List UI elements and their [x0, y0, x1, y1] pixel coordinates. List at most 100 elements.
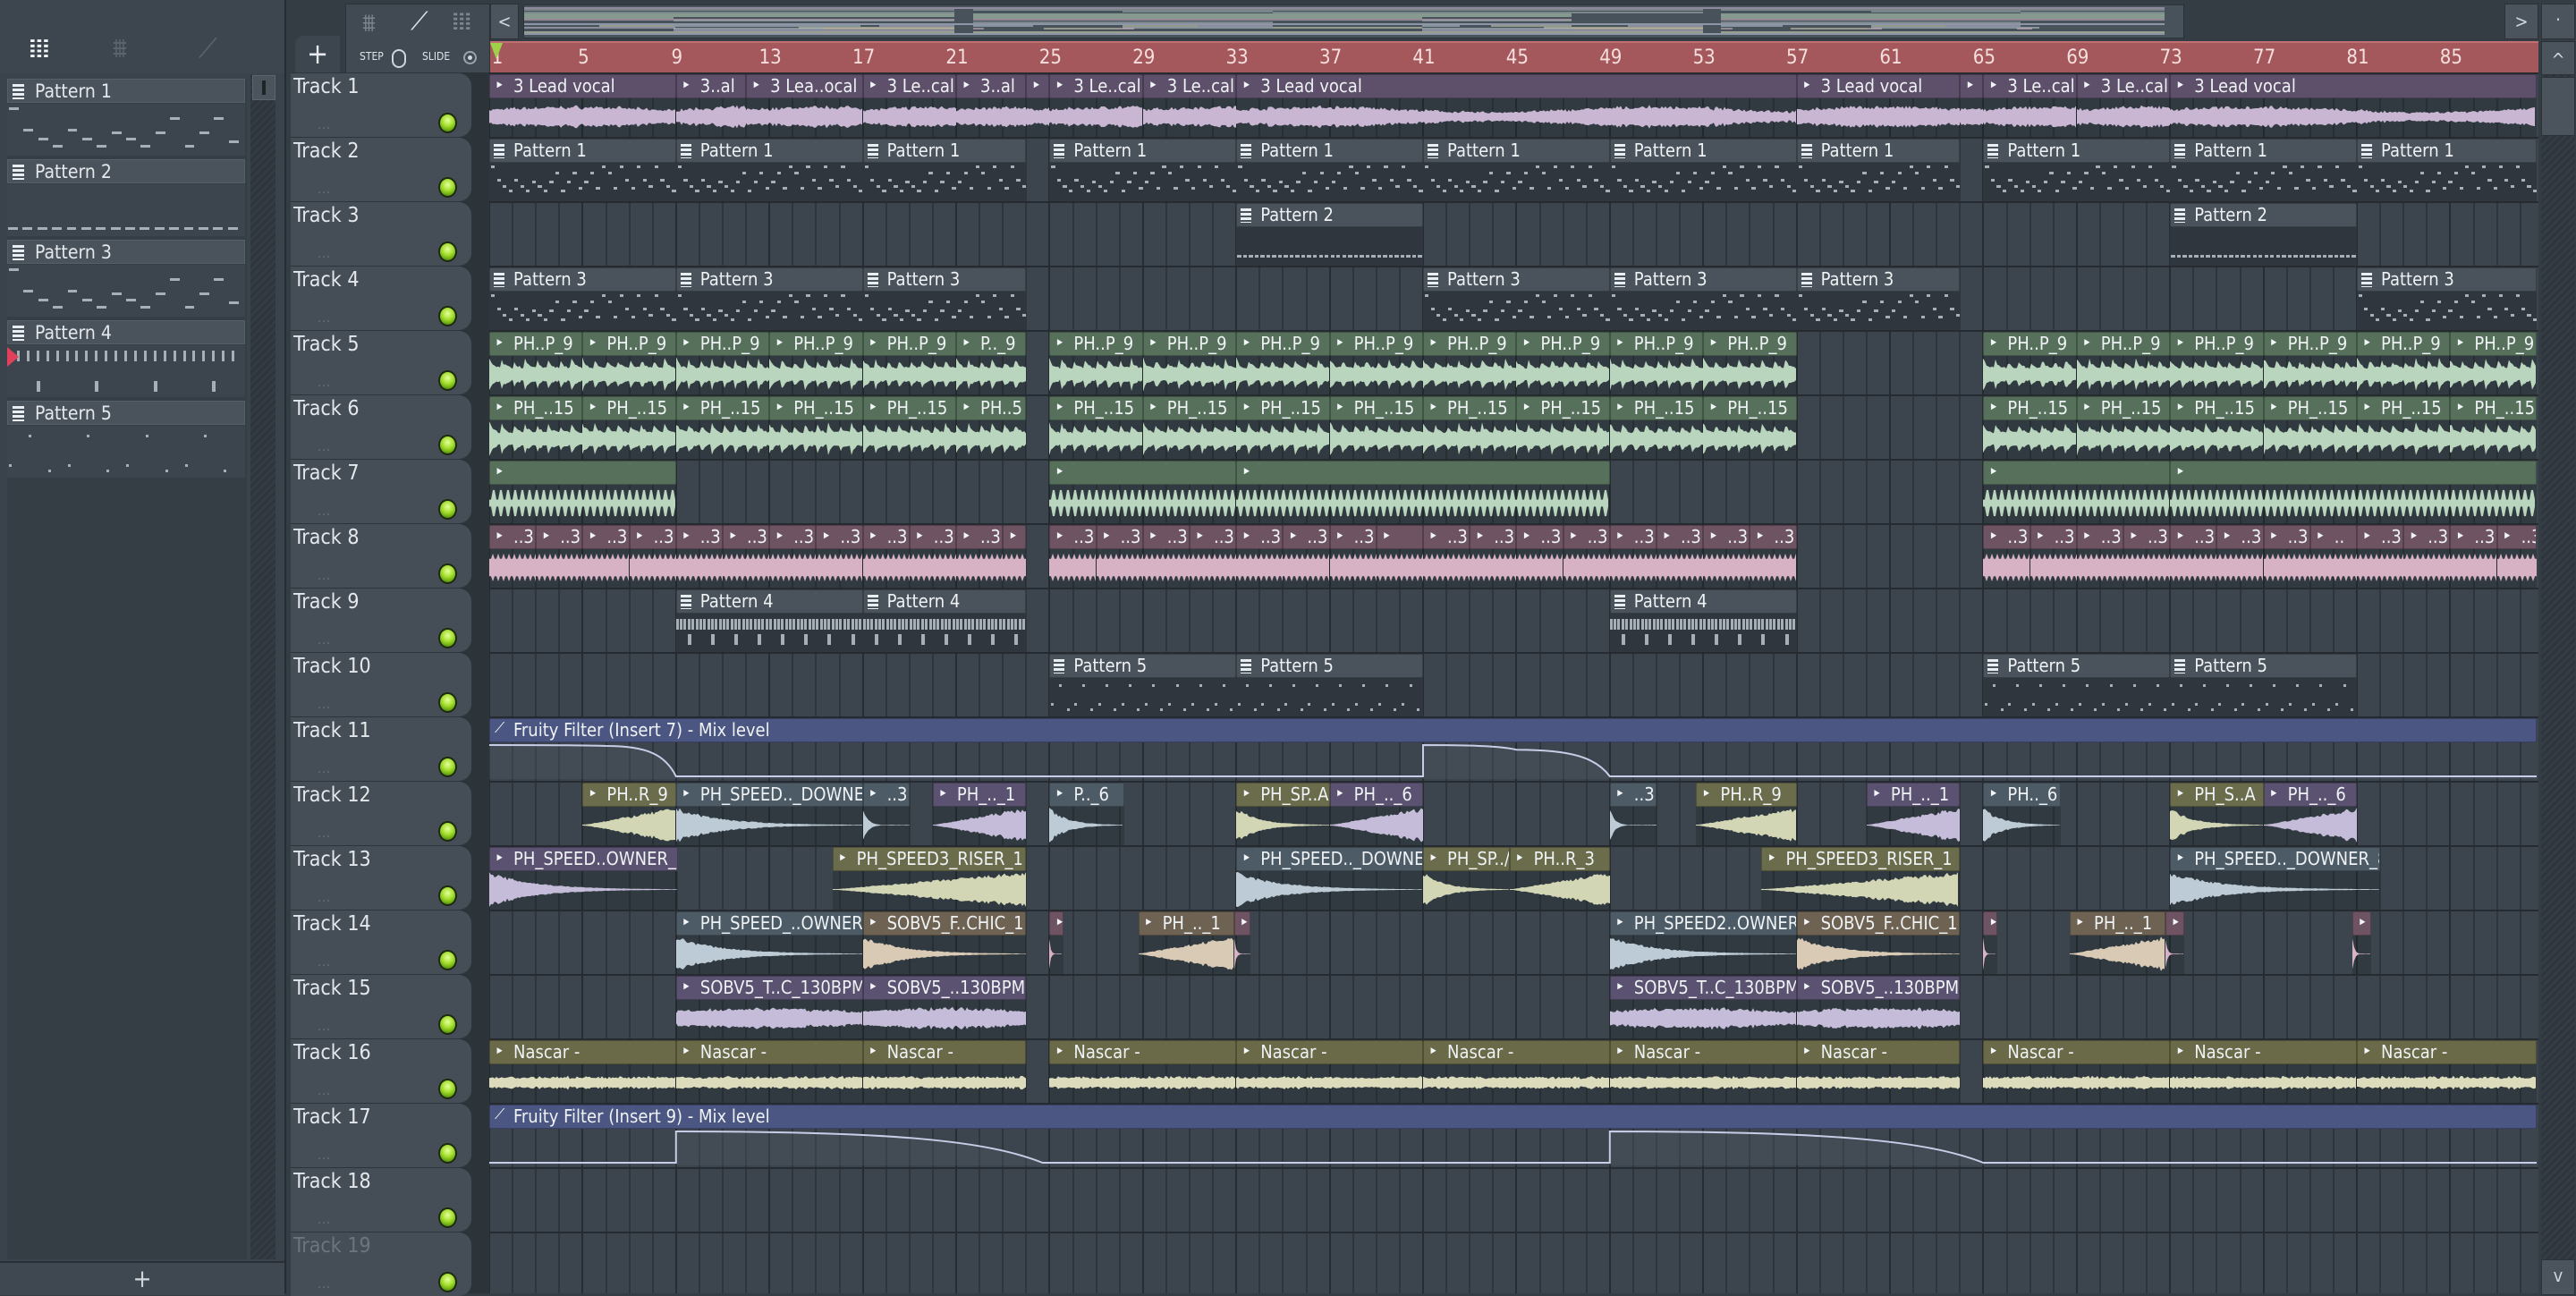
picker-scrollbar[interactable]: [250, 75, 275, 1259]
clip-header[interactable]: ⯈..3: [1703, 525, 1750, 549]
track-options[interactable]: ...: [318, 633, 331, 648]
clip-header[interactable]: ⯈ SOBV5_F..CHIC_1: [1796, 911, 1961, 936]
audio-clip[interactable]: ⯈..3: [1329, 525, 1377, 588]
clip-header[interactable]: ⯈ PH_..15: [1423, 396, 1517, 420]
vertical-scrollbar-handle[interactable]: [2541, 77, 2575, 136]
clip-header[interactable]: ⯈ PH_..15: [1049, 396, 1143, 420]
clip-header[interactable]: ⯈ SOBV5_T..C_130BPM: [675, 976, 863, 1000]
clip-header[interactable]: ⯈..3: [582, 525, 630, 549]
pattern-item-header[interactable]: Pattern 2: [7, 159, 245, 183]
clip-header[interactable]: ⯈ PH_..15: [1142, 396, 1237, 420]
clip-header[interactable]: ⯈ PH_..15: [1516, 396, 1610, 420]
pattern-clip[interactable]: Pattern 4: [862, 589, 1027, 652]
overview-menu-button[interactable]: ·: [2541, 4, 2575, 39]
audio-clip[interactable]: ⯈: [1983, 911, 1998, 974]
clip-header[interactable]: ⯈..3: [769, 525, 817, 549]
audio-clip[interactable]: ⯈ PH_..15: [1516, 396, 1610, 459]
pattern-clip[interactable]: Pattern 3: [1423, 267, 1610, 330]
audio-clip[interactable]: ⯈ P.._6: [1049, 783, 1124, 845]
clip-header[interactable]: Pattern 3: [1423, 267, 1610, 292]
pattern-item-header[interactable]: Pattern 5: [7, 401, 245, 425]
audio-clip[interactable]: ⯈ PH..P_9: [1049, 332, 1143, 394]
clip-header[interactable]: ⯈ PH_SPEED3_RISER_1: [1761, 847, 1961, 871]
clip-header[interactable]: ⯈ PH..P_9: [2263, 332, 2357, 356]
clip-header[interactable]: ⯈ PH..P_9: [582, 332, 676, 356]
audio-clip[interactable]: ⯈..3: [2496, 525, 2537, 588]
audio-clip[interactable]: ⯈ PH..P_9: [769, 332, 863, 394]
clip-header[interactable]: Pattern 4: [1609, 589, 1797, 614]
track-options[interactable]: ...: [318, 504, 331, 519]
audio-clip[interactable]: ⯈ PH_.._6: [2263, 783, 2357, 845]
clip-header[interactable]: ⯈..3: [1983, 525, 2030, 549]
audio-clip[interactable]: ⯈: [489, 461, 676, 523]
clip-header[interactable]: ⯈: [1049, 461, 1237, 485]
clip-header[interactable]: Pattern 4: [675, 589, 863, 614]
audio-clip[interactable]: ⯈..3: [1190, 525, 1237, 588]
clip-header[interactable]: ⯈ PH_SPEED.._DOWNER: [675, 783, 863, 807]
clip-header[interactable]: ⯈: [489, 461, 676, 485]
clip-header[interactable]: ⯈ PH..P_9: [1983, 332, 2077, 356]
clip-header[interactable]: Pattern 1: [862, 139, 1027, 163]
slide-toggle[interactable]: [463, 51, 477, 64]
audio-clip[interactable]: ⯈ PH_..15: [1983, 396, 2077, 459]
track-header[interactable]: Track 1...: [291, 73, 471, 137]
audio-clip[interactable]: ⯈..3: [816, 525, 863, 588]
audio-wave-icon[interactable]: ⩩: [113, 36, 127, 63]
audio-clip[interactable]: ⯈..3: [2450, 525, 2497, 588]
audio-clip[interactable]: ⯈..3: [1423, 525, 1470, 588]
clip-header[interactable]: Pattern 1: [1049, 139, 1237, 163]
clip-header[interactable]: ⯈ 3 Le..cal: [1049, 74, 1143, 98]
track-options[interactable]: ...: [318, 1084, 331, 1098]
clip-header[interactable]: ⯈ PH_SP../: [1423, 847, 1510, 871]
audio-clip[interactable]: ⯈..3: [1470, 525, 1517, 588]
clip-header[interactable]: ⯈ P.._9: [956, 332, 1027, 356]
track-mute-led-icon[interactable]: [438, 370, 457, 391]
audio-clip[interactable]: ⯈ PH..P_9: [1703, 332, 1797, 394]
pattern-item-header[interactable]: Pattern 3: [7, 240, 245, 264]
audio-clip[interactable]: ⯈ PH_..15: [862, 396, 956, 459]
clip-header[interactable]: ⯈ Nascar -: [1423, 1040, 1610, 1064]
clip-header[interactable]: ⯈ PH_..15: [1329, 396, 1423, 420]
audio-clip[interactable]: ⯈ PH_SPEED..OWNER_3: [489, 847, 679, 910]
clip-header[interactable]: ⯈..: [2309, 525, 2357, 549]
audio-clip[interactable]: ⯈ PH_..15: [1423, 396, 1517, 459]
audio-clip[interactable]: ⯈ PH..P_9: [675, 332, 770, 394]
clip-header[interactable]: ⯈..3: [2403, 525, 2451, 549]
clip-header[interactable]: ⯈ PH_..15: [582, 396, 676, 420]
clip-header[interactable]: ⯈..3: [675, 525, 723, 549]
audio-clip[interactable]: ⯈ SOBV5_F..CHIC_1: [1796, 911, 1961, 974]
audio-clip[interactable]: ⯈ PH_..15: [675, 396, 770, 459]
clip-header[interactable]: Pattern 3: [862, 267, 1027, 292]
clip-header[interactable]: ⯈ PH_..15: [675, 396, 770, 420]
pattern-clip[interactable]: Pattern 3: [1796, 267, 1961, 330]
clip-header[interactable]: ⯈ PH_.._6: [2263, 783, 2357, 807]
clip-header[interactable]: ⯈ 3 Lead vocal: [2170, 74, 2537, 98]
track-name[interactable]: Track 7: [293, 462, 360, 485]
pattern-clip-icon[interactable]: 𝍖: [452, 8, 472, 35]
track-name[interactable]: Track 12: [293, 784, 371, 807]
automation-clip[interactable]: ⟋ Fruity Filter (Insert 9) - Mix level: [489, 1105, 2537, 1167]
audio-clip[interactable]: ⯈ 3 Le..cal: [1983, 74, 2077, 137]
clip-header[interactable]: ⯈..3: [629, 525, 676, 549]
audio-clip[interactable]: ⯈..3: [862, 783, 910, 845]
scroll-right-button[interactable]: >: [2504, 4, 2538, 39]
clip-header[interactable]: ⯈..3: [1049, 525, 1097, 549]
track-options[interactable]: ...: [318, 826, 331, 841]
track-name[interactable]: Track 11: [293, 719, 371, 742]
audio-clip[interactable]: ⯈..3: [1283, 525, 1330, 588]
audio-clip[interactable]: ⯈: [1003, 525, 1027, 588]
clip-header[interactable]: ⯈: [1960, 74, 1984, 98]
audio-clip[interactable]: ⯈..3: [1609, 783, 1657, 845]
clip-header[interactable]: ⯈..3: [1609, 525, 1657, 549]
pattern-item[interactable]: Pattern 3: [7, 240, 247, 318]
audio-clip[interactable]: ⯈ PH_SPEED3_RISER_1: [832, 847, 1027, 910]
audio-clip[interactable]: ⯈ PH..P_9: [1142, 332, 1237, 394]
audio-clip[interactable]: ⯈..3: [629, 525, 676, 588]
audio-clip[interactable]: ⯈ PH_..15: [1703, 396, 1797, 459]
audio-clip[interactable]: ⯈ Nascar -: [1049, 1040, 1237, 1103]
vertical-scrollbar[interactable]: [2541, 41, 2575, 1293]
track-options[interactable]: ...: [318, 118, 331, 132]
track-name[interactable]: Track 18: [293, 1170, 371, 1193]
clip-header[interactable]: ⯈ SOBV5_..130BPM: [1796, 976, 1961, 1000]
audio-clip[interactable]: ⯈ 3 Lead vocal: [1796, 74, 1961, 137]
